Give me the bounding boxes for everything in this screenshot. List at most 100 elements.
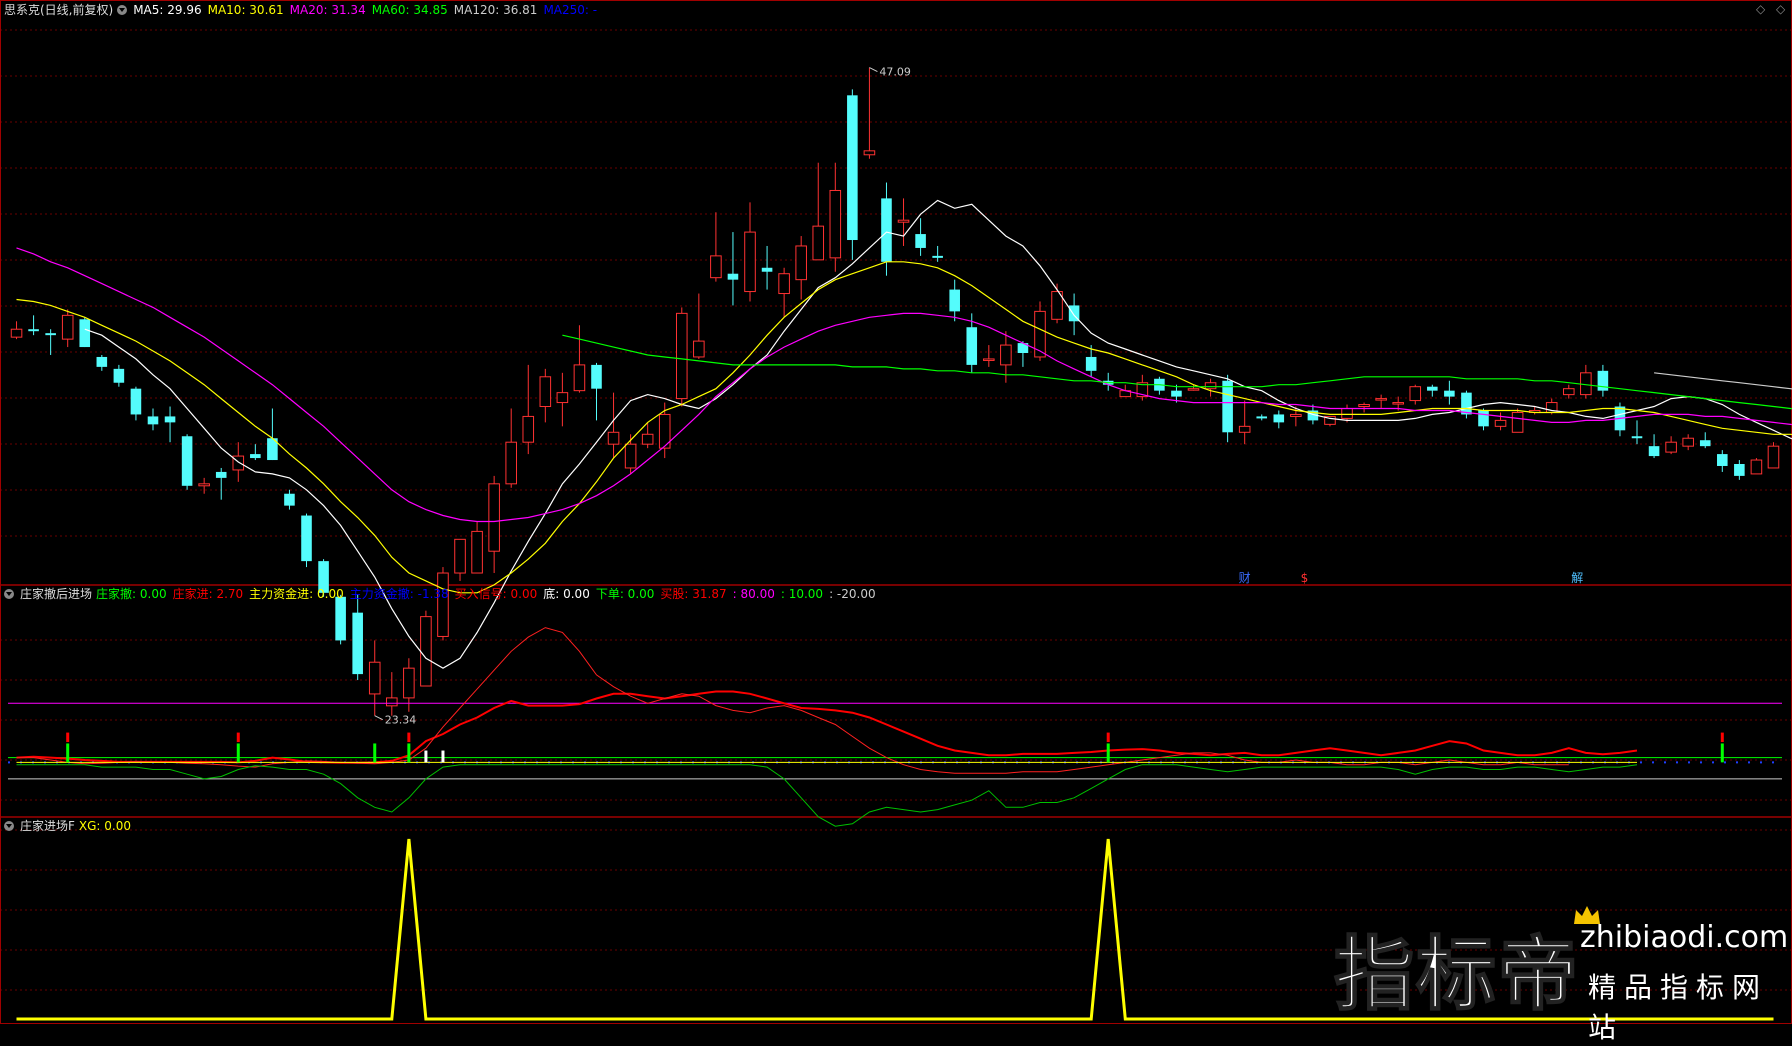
candle (1239, 401, 1250, 445)
candle (949, 280, 960, 322)
indicator-panel-plot (8, 628, 1782, 827)
candle-body (864, 151, 875, 155)
candle (1700, 432, 1711, 448)
candle (421, 611, 432, 686)
candle (1495, 412, 1506, 430)
candle (1274, 410, 1285, 428)
candle-body (898, 220, 909, 222)
dropdown-icon[interactable] (117, 5, 127, 15)
candle (1410, 385, 1421, 405)
candle-body (932, 256, 943, 258)
candle (1512, 409, 1523, 433)
legend-item: : 80.00 (733, 587, 775, 601)
signal-bar (424, 751, 427, 763)
indicator-legend: 庄家撤: 0.00庄家进: 2.70主力资金进: 0.00主力资金撤: -1.3… (96, 587, 882, 601)
signal-bar (1107, 733, 1110, 742)
candle (864, 68, 875, 159)
candle (1751, 458, 1762, 474)
expand-diamond-icon-2[interactable]: ◇ (1776, 2, 1785, 16)
candle (455, 539, 466, 581)
candle-body (1444, 391, 1455, 397)
candle-body (1649, 446, 1660, 456)
legend-item: MA20: 31.34 (290, 3, 366, 17)
candle-body (1171, 391, 1182, 397)
legend-item: 买入信号: 0.00 (455, 587, 538, 601)
candle-body (1239, 426, 1250, 432)
xg-title[interactable]: 庄家进场F (20, 819, 75, 833)
panel-collapse-icon[interactable] (4, 589, 14, 599)
main-header: 思系克(日线,前复权)MA5: 29.96MA10: 30.61MA20: 31… (4, 2, 609, 18)
candle-body (421, 617, 432, 686)
candle (438, 567, 449, 640)
legend-item: 底: 0.00 (543, 587, 590, 601)
xg-legend: XG: 0.00 (79, 819, 137, 833)
candle (1632, 420, 1643, 444)
candle-body (199, 484, 210, 486)
candle-body (1205, 383, 1216, 389)
signal-bar (1721, 733, 1724, 742)
watermark-subtitle: 精品指标网站 (1588, 966, 1790, 1046)
signal-bar (373, 743, 376, 762)
expand-diamond-icon[interactable]: ◇ (1756, 2, 1765, 16)
legend-item: MA120: 36.81 (454, 3, 538, 17)
ma-line-ma20 (17, 248, 1792, 522)
indicator-line (17, 628, 1569, 774)
candle-body (404, 668, 415, 698)
candle-body (949, 290, 960, 312)
candle (472, 521, 483, 573)
candle (1734, 460, 1745, 480)
watermark-url: zhibiaodi.com (1580, 920, 1788, 955)
legend-item: MA250: - (543, 3, 597, 17)
candle (11, 321, 22, 339)
candle (489, 476, 500, 573)
candle-body (506, 442, 517, 484)
candle (591, 363, 602, 420)
panel-collapse-icon[interactable] (4, 821, 14, 831)
candle (28, 315, 39, 335)
candle-body (642, 434, 653, 444)
candle-body (1376, 399, 1387, 401)
event-marker[interactable]: $ (1301, 571, 1309, 585)
signal-bar (66, 733, 69, 742)
legend-item: XG: 0.00 (79, 819, 131, 833)
candle (762, 246, 773, 290)
candle (1376, 395, 1387, 409)
main-title[interactable]: 思系克(日线,前复权) (4, 3, 113, 17)
candle-body (1461, 393, 1472, 415)
candle-body (148, 416, 159, 424)
candle (1444, 381, 1455, 405)
candle (779, 268, 790, 318)
indicator-title[interactable]: 庄家撤后进场 (20, 587, 92, 601)
candle-body (830, 190, 841, 257)
candle (847, 89, 858, 259)
legend-item: : -20.00 (829, 587, 876, 601)
candle (1683, 434, 1694, 450)
high-price-label: 47.09 (879, 66, 911, 79)
candle-body (1563, 389, 1574, 395)
candle-body (694, 341, 705, 357)
candle-body (1734, 464, 1745, 476)
legend-item: 庄家进: 2.70 (173, 587, 244, 601)
candle (506, 409, 517, 488)
candle-body (45, 333, 56, 335)
candle (523, 365, 534, 454)
candle (813, 163, 824, 260)
candle-body (762, 268, 773, 272)
candle-body (1410, 387, 1421, 401)
candle (745, 202, 756, 301)
candle-body (472, 531, 483, 573)
event-marker[interactable]: 财 (1239, 571, 1251, 585)
legend-item: MA60: 34.85 (372, 3, 448, 17)
candle (79, 317, 90, 347)
candle-body (847, 95, 858, 240)
candle-body (233, 456, 244, 470)
candle (1205, 379, 1216, 397)
watermark-title: 指标帝 (1334, 910, 1580, 1026)
event-marker[interactable]: 解 (1571, 571, 1583, 585)
candle (387, 672, 398, 716)
candle (1256, 414, 1267, 420)
candle (199, 478, 210, 494)
signal-bar (441, 751, 444, 763)
candle-body (131, 389, 142, 415)
candle-body (813, 226, 824, 260)
